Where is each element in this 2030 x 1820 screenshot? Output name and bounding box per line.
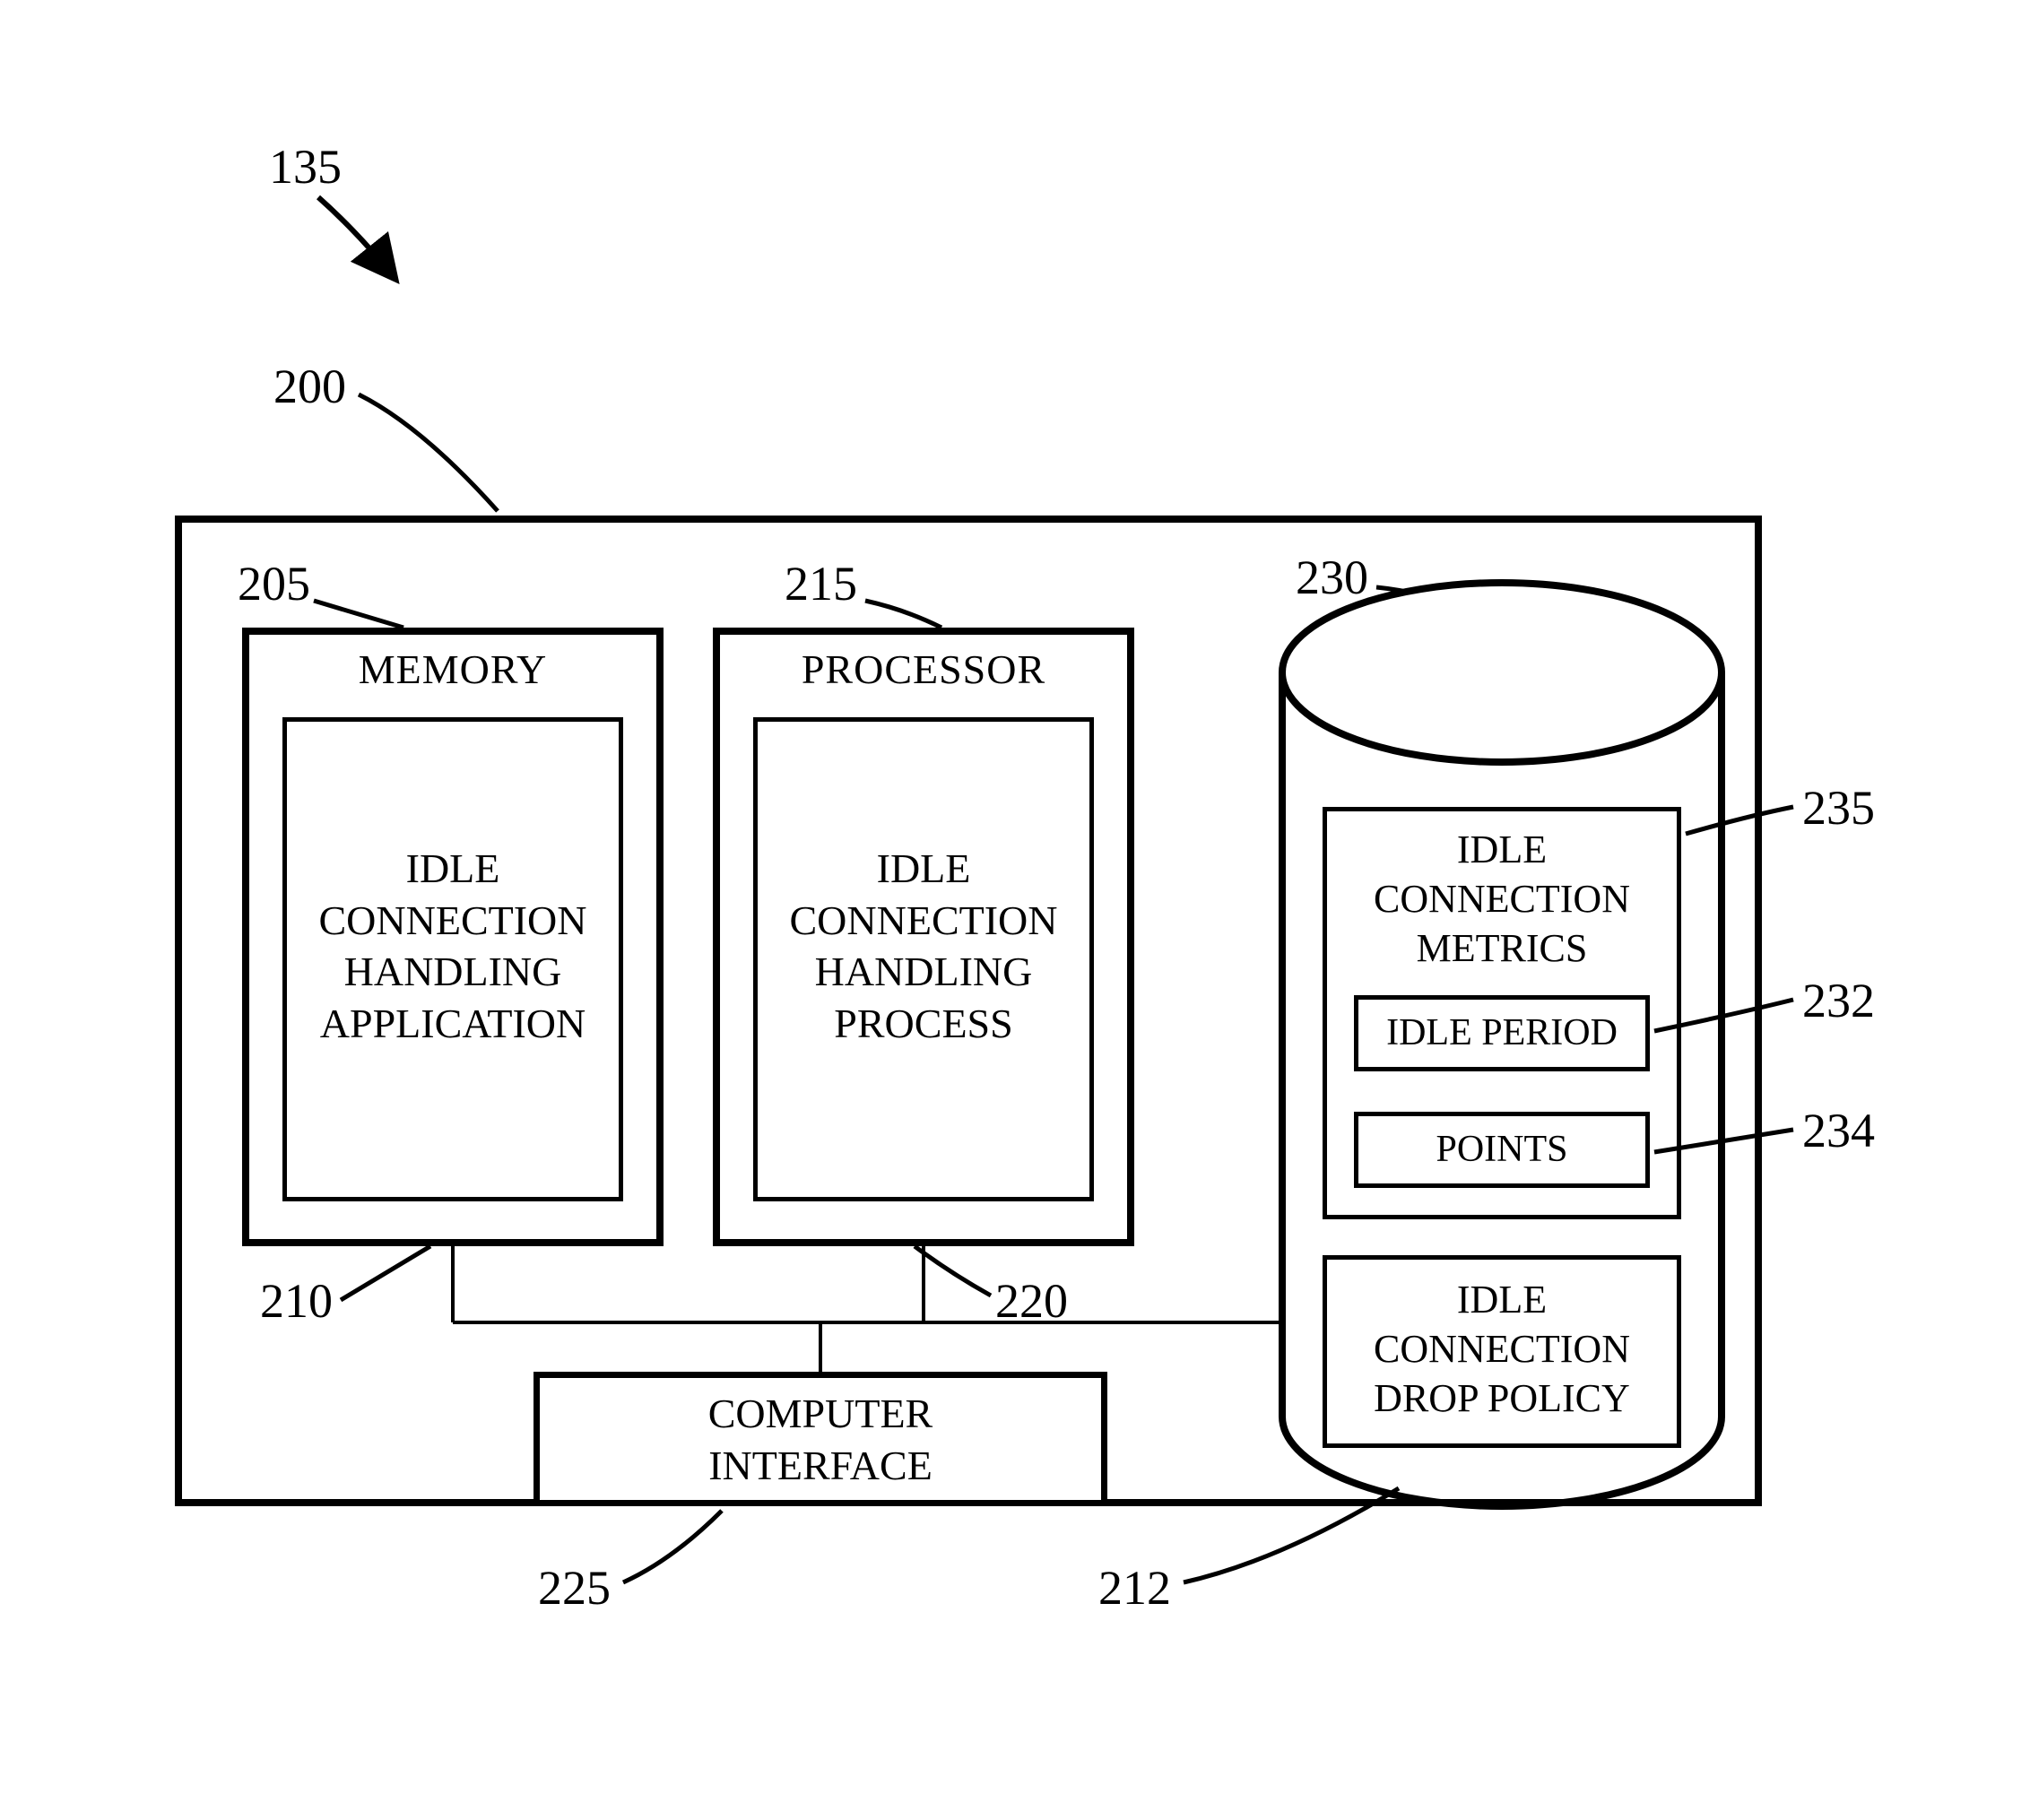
ref-232: 232	[1802, 973, 1875, 1028]
ref-230: 230	[1296, 550, 1368, 605]
memory-app-label: IDLE CONNECTION HANDLING APPLICATION	[282, 843, 623, 1049]
diagram-stage: 135 200 MEMORY IDLE CONNECTION HANDLING …	[0, 0, 2030, 1820]
drop-policy-label: IDLE CONNECTION DROP POLICY	[1323, 1275, 1681, 1423]
ref-235: 235	[1802, 780, 1875, 836]
ref-225: 225	[538, 1560, 611, 1616]
interface-label: COMPUTER INTERFACE	[534, 1388, 1107, 1491]
processor-label: PROCESSOR	[713, 646, 1134, 693]
metrics-label: IDLE CONNECTION METRICS	[1323, 825, 1681, 973]
ref-200: 200	[273, 359, 346, 414]
ref-234: 234	[1802, 1103, 1875, 1158]
processor-process-label: IDLE CONNECTION HANDLING PROCESS	[753, 843, 1094, 1049]
idle-period-label: IDLE PERIOD	[1354, 1011, 1650, 1054]
ref-215: 215	[785, 556, 857, 611]
ref-220: 220	[995, 1273, 1068, 1329]
ref-205: 205	[238, 556, 310, 611]
ref-135: 135	[269, 139, 342, 195]
points-label: POINTS	[1354, 1128, 1650, 1171]
ref-210: 210	[260, 1273, 333, 1329]
ref-212: 212	[1098, 1560, 1171, 1616]
memory-label: MEMORY	[242, 646, 664, 693]
